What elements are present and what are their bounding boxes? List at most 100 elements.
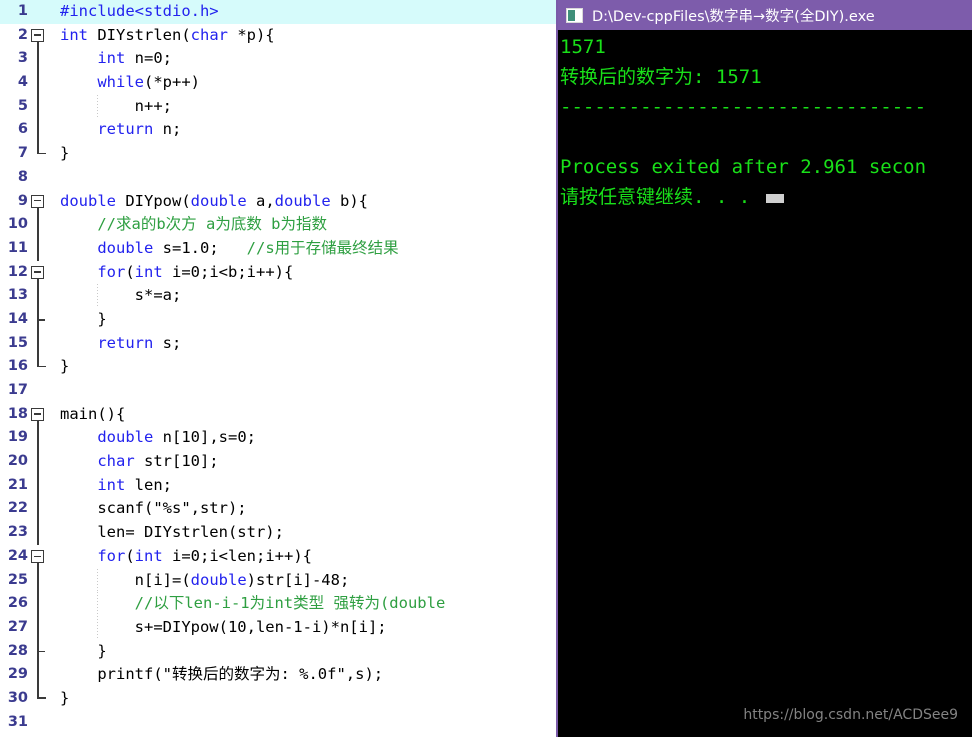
- fold-collapse-icon[interactable]: [31, 194, 44, 208]
- code-token: s=1.0;: [153, 238, 247, 257]
- fold-collapse-icon[interactable]: [31, 549, 44, 563]
- code-line[interactable]: 20 char str[10];: [0, 450, 556, 474]
- code-line[interactable]: 6 return n;: [0, 118, 556, 143]
- fold-collapse-icon[interactable]: [31, 265, 44, 279]
- code-token: scanf("%s",str);: [60, 499, 247, 518]
- code-line-text: //求a的b次方 a为底数 b为指数: [60, 213, 327, 237]
- code-line[interactable]: 26 //以下len-i-1为int类型 强转为(double: [0, 592, 556, 616]
- code-line[interactable]: 19 double n[10],s=0;: [0, 426, 556, 451]
- fold-guide-line: [37, 639, 44, 664]
- code-token: }: [60, 688, 70, 707]
- code-line-text: char str[10];: [60, 450, 218, 474]
- fold-guide-line: [37, 47, 39, 72]
- code-line[interactable]: 22 scanf("%s",str);: [0, 497, 556, 522]
- code-token: //求a的b次方 a为底数 b为指数: [97, 215, 327, 234]
- console-titlebar[interactable]: D:\Dev-cppFiles\数字串→数字(全DIY).exe: [558, 0, 972, 30]
- code-line[interactable]: 13 s*=a;: [0, 284, 556, 308]
- code-line[interactable]: 23 len= DIYstrlen(str);: [0, 521, 556, 545]
- console-output[interactable]: 1571 转换后的数字为: 1571 -----------------------…: [558, 30, 972, 735]
- code-token: int: [60, 25, 88, 44]
- fold-guide-line: [37, 615, 39, 640]
- fold-guide-line: [37, 307, 44, 332]
- code-token: }: [60, 309, 107, 328]
- code-line[interactable]: 8: [0, 166, 556, 190]
- code-token: char: [97, 452, 135, 471]
- fold-guide-line: [37, 236, 39, 261]
- line-number: 31: [7, 713, 28, 730]
- console-window[interactable]: D:\Dev-cppFiles\数字串→数字(全DIY).exe 1571 转换后…: [556, 0, 972, 737]
- fold-collapse-icon[interactable]: [31, 407, 44, 421]
- line-number: 27: [7, 618, 28, 635]
- line-number: 14: [7, 310, 28, 327]
- application-window: 1 #include<stdio.h> 2 int DIYstrlen(char *p…: [0, 0, 972, 737]
- code-token: //以下len-i-1为int类型 强转为(double: [134, 594, 446, 613]
- code-token: b){: [330, 191, 368, 210]
- code-token: while: [97, 73, 144, 92]
- code-line-text: }: [60, 687, 69, 711]
- code-token: i=0;i<b;i++){: [162, 262, 294, 281]
- code-line[interactable]: 29 printf("转换后的数字为: %.0f",s);: [0, 663, 556, 687]
- code-line[interactable]: 3 int n=0;: [0, 47, 556, 72]
- code-token: #include<stdio.h>: [60, 2, 219, 20]
- code-token: n++;: [60, 96, 172, 115]
- line-number: 8: [17, 168, 28, 185]
- line-number: 9: [17, 192, 28, 209]
- code-line[interactable]: 4 while(*p++): [0, 71, 556, 95]
- code-line[interactable]: 24 for(int i=0;i<len;i++){: [0, 545, 556, 569]
- code-line[interactable]: 31: [0, 711, 556, 735]
- fold-guide-line: [37, 592, 39, 616]
- code-line[interactable]: 28 }: [0, 639, 556, 664]
- line-number: 20: [7, 453, 28, 470]
- line-number: 12: [7, 263, 28, 280]
- code-line[interactable]: 9 double DIYpow(double a,double b){: [0, 190, 556, 214]
- code-line[interactable]: 14 }: [0, 307, 556, 332]
- code-line[interactable]: 10 //求a的b次方 a为底数 b为指数: [0, 213, 556, 237]
- code-line[interactable]: 2 int DIYstrlen(char *p){: [0, 24, 556, 48]
- line-number: 15: [7, 334, 28, 351]
- code-token: double: [97, 238, 154, 257]
- code-line-text: return n;: [60, 118, 181, 142]
- code-token: char: [190, 25, 228, 44]
- code-token: int: [97, 475, 126, 494]
- console-title-text: D:\Dev-cppFiles\数字串→数字(全DIY).exe: [592, 8, 875, 25]
- code-line[interactable]: 18 main(){: [0, 403, 556, 427]
- code-line[interactable]: 30}: [0, 686, 556, 711]
- line-number: 13: [7, 287, 28, 304]
- code-line[interactable]: 27 s+=DIYpow(10,len-1-i)*n[i];: [0, 615, 556, 640]
- fold-guide-line: [37, 521, 39, 545]
- code-line[interactable]: 11 double s=1.0; //s用于存储最终结果: [0, 236, 556, 261]
- code-token: double: [190, 570, 247, 589]
- code-token: }: [60, 144, 70, 163]
- console-line: 转换后的数字为: 1571: [560, 66, 762, 88]
- code-token: double: [97, 428, 154, 447]
- code-line[interactable]: 7}: [0, 142, 556, 166]
- code-editor-pane[interactable]: 1 #include<stdio.h> 2 int DIYstrlen(char *p…: [0, 0, 556, 737]
- fold-collapse-icon[interactable]: [31, 28, 44, 42]
- code-token: printf("转换后的数字为: %.0f",s);: [60, 665, 384, 684]
- code-token: len= DIYstrlen(str);: [60, 523, 284, 542]
- code-line[interactable]: 17: [0, 379, 556, 403]
- fold-guide-line: [37, 497, 39, 522]
- line-number: 25: [7, 571, 28, 588]
- code-line[interactable]: 25 n[i]=(double)str[i]-48;: [0, 568, 556, 593]
- line-number: 1: [17, 3, 28, 19]
- code-line-text: int DIYstrlen(char *p){: [60, 24, 275, 48]
- code-lines-container[interactable]: 1 #include<stdio.h> 2 int DIYstrlen(char *p…: [0, 0, 556, 734]
- code-line[interactable]: 12 for(int i=0;i<b;i++){: [0, 261, 556, 285]
- code-token: n;: [153, 120, 182, 139]
- code-token: for: [97, 262, 126, 281]
- code-line-text: n[i]=(double)str[i]-48;: [60, 569, 350, 593]
- code-line[interactable]: 21 int len;: [0, 473, 556, 498]
- code-line[interactable]: 15 return s;: [0, 331, 556, 356]
- code-line[interactable]: 1 #include<stdio.h>: [0, 0, 556, 24]
- code-token: *p){: [227, 25, 275, 44]
- code-token: }: [60, 357, 70, 376]
- code-line[interactable]: 16}: [0, 355, 556, 379]
- code-line-text: double n[10],s=0;: [60, 426, 256, 450]
- code-token: )str[i]-48;: [246, 570, 350, 589]
- code-line[interactable]: 5 n++;: [0, 94, 556, 119]
- code-token: s;: [153, 333, 182, 352]
